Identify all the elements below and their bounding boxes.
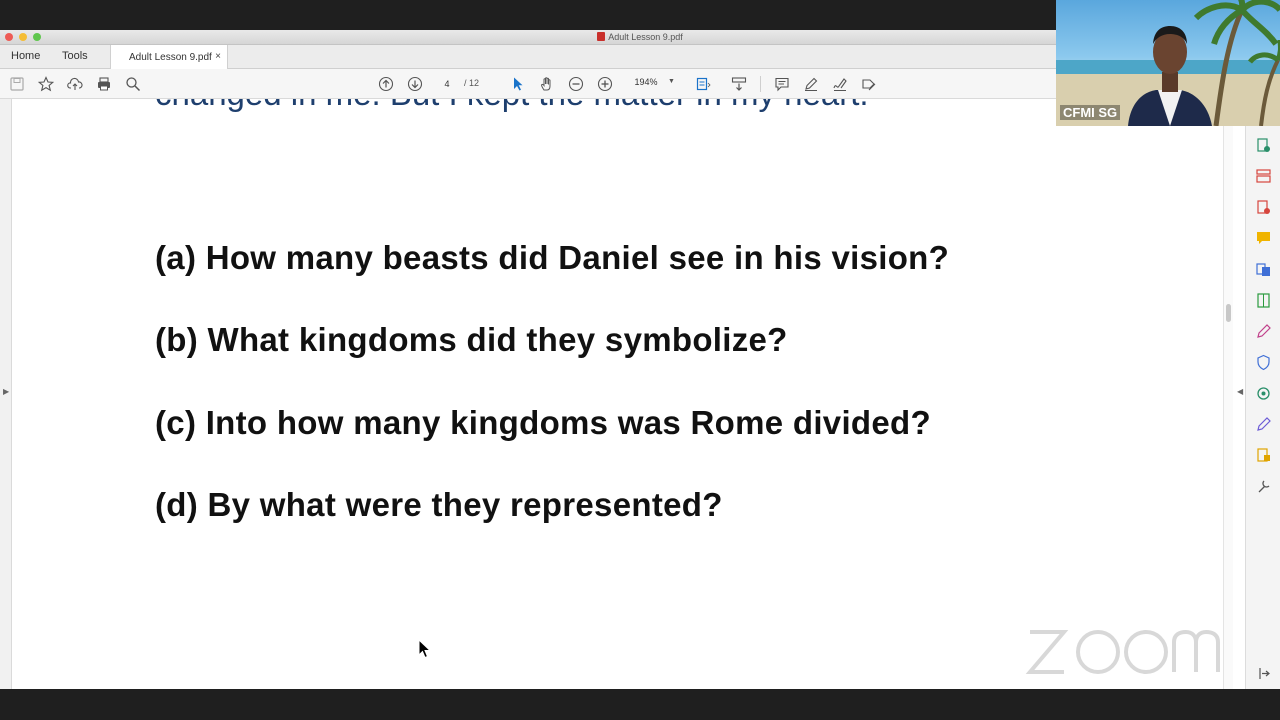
collapse-right-pane-icon[interactable]: ◀ xyxy=(1237,387,1243,396)
send-for-review-icon[interactable] xyxy=(1255,447,1272,464)
page-total: / 12 xyxy=(464,78,480,88)
tab-document-label: Adult Lesson 9.pdf xyxy=(129,52,212,63)
export-pdf-icon[interactable] xyxy=(1255,137,1272,154)
tab-document[interactable]: Adult Lesson 9.pdf × xyxy=(110,45,228,69)
right-tools-pane: ◀ xyxy=(1237,99,1280,689)
scrollbar-thumb[interactable] xyxy=(1226,304,1231,322)
vertical-scrollbar[interactable] xyxy=(1223,99,1233,689)
export-spreadsheet-icon[interactable] xyxy=(1255,292,1272,309)
save-icon[interactable] xyxy=(8,75,26,93)
fit-page-icon[interactable] xyxy=(694,75,712,93)
page-number-input[interactable] xyxy=(432,77,462,91)
scroll-mode-icon[interactable] xyxy=(730,75,748,93)
toolbar-divider xyxy=(760,76,761,92)
screen: Adult Lesson 9.pdf Home Tools Adult Less… xyxy=(0,0,1280,720)
chevron-down-icon[interactable]: ▼ xyxy=(668,78,675,85)
previous-page-icon[interactable] xyxy=(377,75,395,93)
zoom-watermark-logo xyxy=(1025,629,1220,674)
question-a: (a) How many beasts did Daniel see in hi… xyxy=(155,239,950,276)
participant-video-tile[interactable]: CFMI SG xyxy=(1056,0,1280,126)
share-edit-icon[interactable] xyxy=(860,75,878,93)
participant-name-label: CFMI SG xyxy=(1060,105,1121,120)
comment-tool-icon[interactable] xyxy=(1255,230,1272,247)
tab-home[interactable]: Home xyxy=(11,50,40,62)
tab-close-button[interactable]: × xyxy=(215,51,221,62)
question-b: (b) What kingdoms did they symbolize? xyxy=(155,321,788,358)
pdf-file-icon xyxy=(597,32,606,41)
expand-left-panel-icon[interactable]: ▶ xyxy=(3,387,9,396)
tab-tools[interactable]: Tools xyxy=(62,50,88,62)
select-cursor-icon[interactable] xyxy=(509,75,527,93)
document-area[interactable]: ▶ changed in me. But I kept the matter i… xyxy=(0,99,1245,689)
pdf-page: changed in me. But I kept the matter in … xyxy=(13,99,1223,689)
edit-pdf-icon[interactable] xyxy=(1255,416,1272,433)
next-page-icon[interactable] xyxy=(406,75,424,93)
zoom-out-icon[interactable] xyxy=(567,75,585,93)
print-icon[interactable] xyxy=(95,75,113,93)
zoom-in-icon[interactable] xyxy=(596,75,614,93)
protect-shield-icon[interactable] xyxy=(1255,354,1272,371)
hand-tool-icon[interactable] xyxy=(538,75,556,93)
organize-pages-icon[interactable] xyxy=(1255,168,1272,185)
bookmark-star-icon[interactable] xyxy=(37,75,55,93)
fill-sign-icon[interactable] xyxy=(1255,323,1272,340)
pdf-viewer-window: Adult Lesson 9.pdf Home Tools Adult Less… xyxy=(0,30,1280,689)
create-pdf-icon[interactable] xyxy=(1255,199,1272,216)
question-d: (d) By what were they represented? xyxy=(155,486,723,523)
combine-files-icon[interactable] xyxy=(1255,261,1272,278)
highlight-pen-icon[interactable] xyxy=(802,75,820,93)
zoom-level-select[interactable]: 194% xyxy=(628,77,664,87)
question-c: (c) Into how many kingdoms was Rome divi… xyxy=(155,404,931,441)
partial-text-line: changed in me. But I kept the matter in … xyxy=(155,99,869,113)
upload-cloud-icon[interactable] xyxy=(66,75,84,93)
window-title-text: Adult Lesson 9.pdf xyxy=(608,32,683,42)
left-panel-gutter[interactable]: ▶ xyxy=(0,99,12,689)
search-icon[interactable] xyxy=(124,75,142,93)
more-tools-icon[interactable] xyxy=(1255,478,1272,495)
collapse-pane-icon[interactable] xyxy=(1255,665,1272,682)
sign-icon[interactable] xyxy=(831,75,849,93)
mouse-pointer-icon xyxy=(418,639,432,659)
optimize-icon[interactable] xyxy=(1255,385,1272,402)
comment-icon[interactable] xyxy=(773,75,791,93)
